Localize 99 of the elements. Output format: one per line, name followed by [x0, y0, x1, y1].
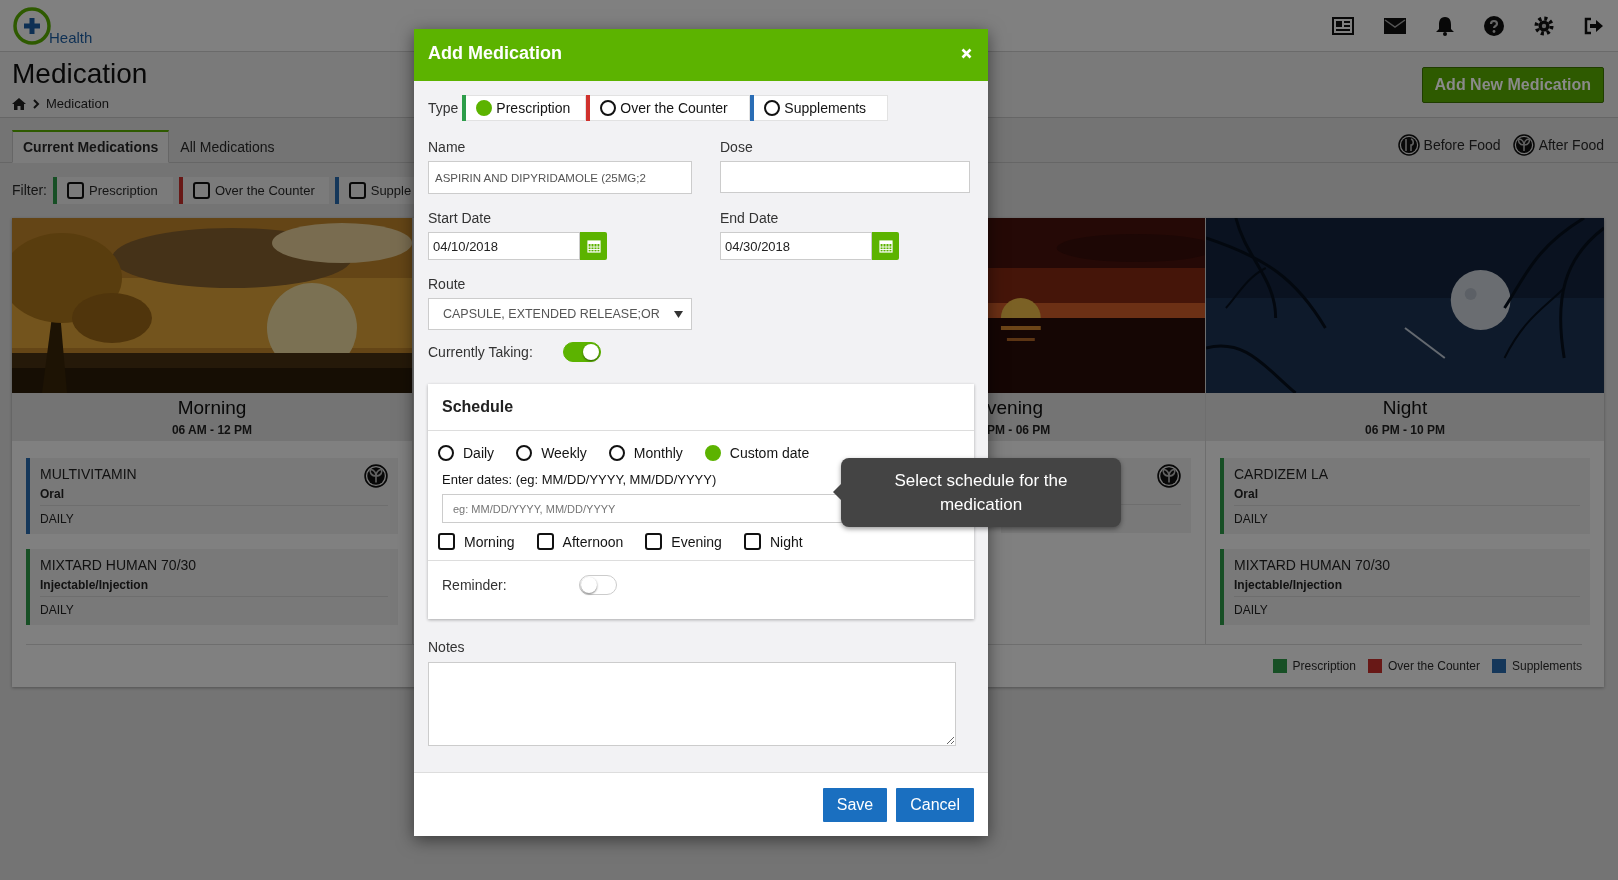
breadcrumb-item: Medication [46, 96, 109, 111]
medication-frequency: DAILY [40, 512, 75, 526]
field-label: Enter dates: (eg: MM/DD/YYYY, MM/DD/YYYY) [442, 472, 717, 487]
medication-card[interactable]: MIXTARD HUMAN 70/30 Injectable/Injection DAILY [26, 549, 398, 625]
time-option[interactable]: Morning [438, 533, 515, 550]
filter-option[interactable]: Over the Counter [183, 176, 329, 204]
medication-card[interactable]: MULTIVITAMIN Oral DAILY [26, 458, 398, 534]
logo-text: Health [49, 28, 93, 46]
checkbox[interactable] [348, 181, 366, 199]
fork-spoon-icon [1397, 134, 1420, 156]
help-icon[interactable] [1484, 15, 1504, 36]
food-legend-label: After Food [1538, 137, 1604, 153]
close-icon[interactable] [961, 47, 972, 59]
type-label: Type [428, 100, 459, 116]
calendar-button[interactable] [872, 232, 899, 260]
medication-route: Oral [1234, 487, 1259, 501]
medication-route: Oral [40, 487, 65, 501]
time-option[interactable]: Night [743, 533, 803, 550]
radio-button[interactable] [764, 100, 781, 116]
news-icon[interactable] [1332, 16, 1354, 35]
mail-icon[interactable] [1384, 17, 1406, 34]
radio-button[interactable] [516, 445, 533, 461]
radio-button[interactable] [600, 100, 617, 116]
time-option[interactable]: Evening [645, 533, 722, 550]
column-title: vening [987, 397, 1044, 419]
column-hours: PM - 06 PM [987, 423, 1052, 437]
field-label: End Date [720, 210, 780, 226]
field-label: Name [428, 139, 467, 155]
calendar-icon [586, 239, 601, 253]
toggle-label: Currently Taking: [428, 344, 533, 360]
food-legend-label: Before Food [1423, 137, 1501, 153]
dose-field[interactable] [720, 161, 970, 193]
caret-icon [674, 310, 683, 318]
medication-name: MULTIVITAMIN [40, 466, 137, 482]
logout-icon[interactable] [1584, 16, 1604, 35]
column-title: Morning [176, 397, 248, 419]
save-button[interactable]: Save [822, 788, 888, 822]
toggle-switch[interactable] [562, 342, 601, 362]
medication-name: MIXTARD HUMAN 70/30 [40, 557, 197, 573]
type-option[interactable]: Prescription [466, 95, 587, 121]
column-title: Night [1381, 397, 1429, 419]
chevron-icon [32, 98, 40, 109]
checkbox[interactable] [536, 533, 554, 550]
modal-title: Add Medication [428, 42, 562, 64]
radio-button[interactable] [608, 445, 625, 461]
medication-card[interactable]: MIXTARD HUMAN 70/30 Injectable/Injection DAILY [1220, 549, 1590, 625]
medication-route: Injectable/Injection [1234, 578, 1344, 592]
page-title: Medication [12, 58, 148, 90]
medication-name: CARDIZEM LA [1234, 466, 1329, 482]
field-label: Dose [720, 139, 754, 155]
home-icon[interactable] [12, 97, 26, 110]
medication-frequency: DAILY [1234, 512, 1269, 526]
medication-frequency: DAILY [40, 603, 75, 617]
notes-field[interactable] [428, 662, 956, 746]
checkbox[interactable] [67, 181, 84, 199]
medication-card[interactable]: CARDIZEM LA Oral DAILY [1220, 458, 1590, 534]
toggle-switch[interactable] [578, 575, 617, 595]
filter-label: Filter: [12, 182, 47, 198]
checkbox[interactable] [743, 533, 761, 550]
name-field[interactable]: ASPIRIN AND DIPYRIDAMOLE (25MG;2 [428, 161, 692, 194]
radio-button[interactable] [476, 100, 493, 116]
tab[interactable]: Current Medications [12, 130, 170, 163]
logo-icon [12, 5, 52, 46]
type-option[interactable]: Over the Counter [590, 95, 751, 121]
column-hours: 06 AM - 12 PM [170, 423, 254, 437]
filter-option[interactable]: Prescription [57, 176, 173, 204]
legend-label: Over the Counter [1387, 659, 1480, 673]
medication-name: MIXTARD HUMAN 70/30 [1234, 557, 1391, 573]
radio-button[interactable] [704, 445, 721, 461]
checkbox[interactable] [193, 181, 210, 199]
radio-button[interactable] [438, 445, 454, 461]
medication-frequency: DAILY [1234, 603, 1269, 617]
bell-icon[interactable] [1436, 15, 1454, 36]
date-field[interactable]: 04/10/2018 [428, 232, 580, 260]
field-label: Route [428, 276, 467, 292]
cancel-button[interactable]: Cancel [896, 788, 974, 822]
calendar-button[interactable] [580, 232, 607, 260]
tab[interactable]: All Medications [169, 130, 286, 163]
calendar-icon [878, 239, 893, 253]
sprout-icon [1512, 134, 1535, 156]
time-option[interactable]: Afternoon [536, 533, 624, 550]
medication-route: Injectable/Injection [40, 578, 150, 592]
date-field[interactable]: 04/30/2018 [720, 232, 872, 260]
field-label: Start Date [428, 210, 493, 226]
schedule-option[interactable]: Custom date [704, 445, 810, 461]
settings-icon[interactable] [1534, 15, 1554, 36]
toggle-label: Reminder: [442, 577, 507, 593]
checkbox[interactable] [438, 533, 455, 550]
schedule-title: Schedule [442, 398, 514, 416]
column-hours: 06 PM - 10 PM [1364, 423, 1446, 437]
legend-label: Supplements [1511, 659, 1582, 673]
legend-label: Prescription [1292, 659, 1356, 673]
schedule-option[interactable]: Monthly [608, 445, 683, 461]
checkbox[interactable] [645, 533, 663, 550]
type-option[interactable]: Supplements [754, 95, 889, 121]
route-dropdown[interactable]: CAPSULE, EXTENDED RELEASE;OR [428, 298, 692, 330]
field-label: Notes [428, 639, 466, 655]
schedule-option[interactable]: Daily [438, 445, 495, 461]
schedule-option[interactable]: Weekly [516, 445, 587, 461]
